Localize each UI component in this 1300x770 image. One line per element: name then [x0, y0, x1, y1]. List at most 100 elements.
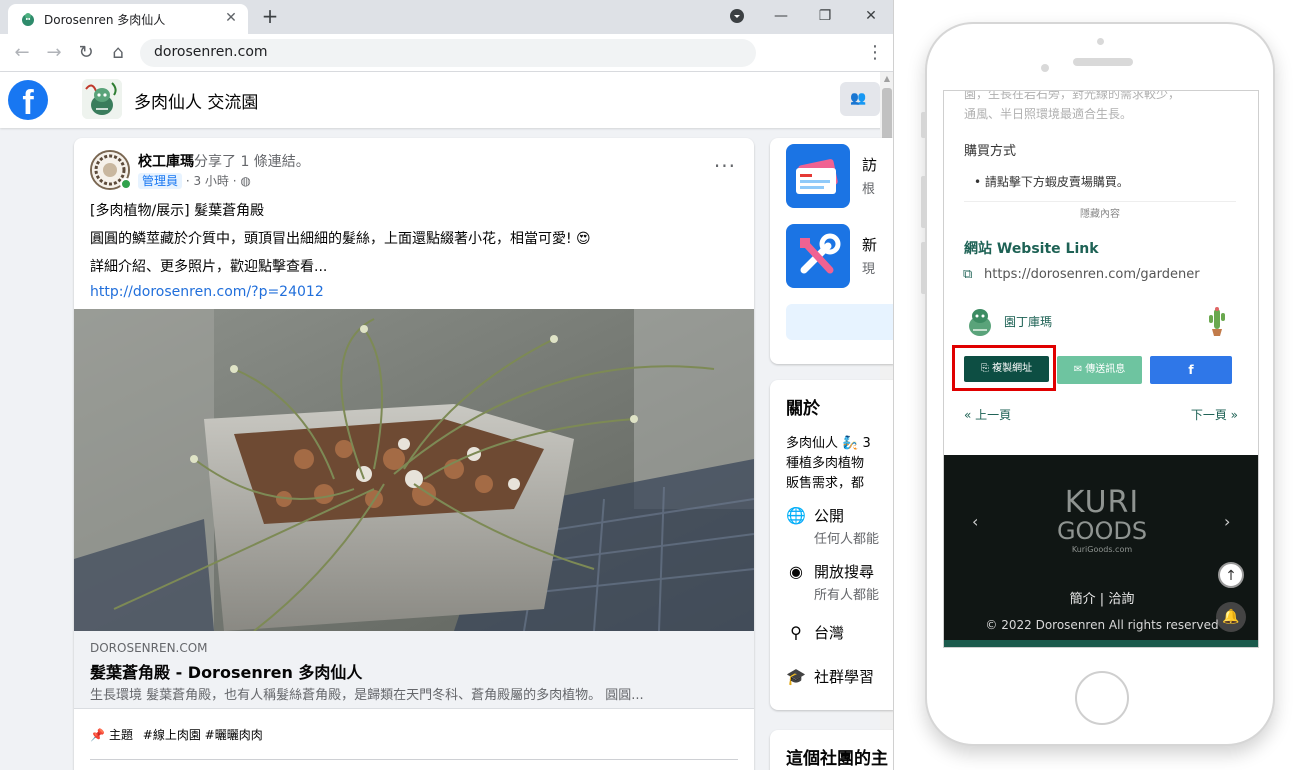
- globe-icon: 🌐: [786, 506, 806, 525]
- about-text-line1: 多肉仙人 🧞 3: [786, 436, 871, 451]
- previous-page-link[interactable]: « 上一頁: [964, 406, 1011, 423]
- phone-mockup: 園，生長在岩石旁，對光線的需求較少， 通風、半日照環境最適合生長。 購買方式 •…: [921, 22, 1275, 746]
- tools-icon[interactable]: [786, 224, 850, 288]
- post-link[interactable]: http://dorosenren.com/?p=24012: [90, 284, 324, 300]
- about-title: 關於: [786, 399, 820, 419]
- post-header: 校工庫瑪分享了 1 條連結。: [138, 151, 310, 171]
- post-text-line1: [多肉植物/展示] 髮葉蒼角殿: [90, 203, 265, 219]
- graduation-cap-icon: 🎓: [786, 667, 806, 686]
- new-tab-button[interactable]: +: [258, 5, 282, 29]
- post-topics: 📌 主題 #線上肉園 #曬曬肉肉: [90, 726, 263, 743]
- buy-method-heading: 購買方式: [964, 144, 1017, 159]
- post-action-text: 分享了 1 條連結。: [194, 154, 310, 170]
- next-page-link[interactable]: 下一頁 »: [1191, 406, 1238, 423]
- shortcut-action-button[interactable]: [786, 304, 893, 340]
- minimize-button[interactable]: —: [770, 6, 792, 26]
- forward-button[interactable]: →: [42, 41, 66, 65]
- phone-screen: 園，生長在岩石旁，對光線的需求較少， 通風、半日照環境最適合生長。 購買方式 •…: [943, 90, 1259, 648]
- browser-toolbar: ← → ↻ ⌂ dorosenren.com ⋮: [0, 34, 893, 72]
- privacy-public-subtitle: 任何人都能: [814, 532, 880, 547]
- buy-method-item: • 請點擊下方蝦皮賣場購買。: [974, 175, 1129, 189]
- send-message-label: 傳送訊息: [1085, 364, 1126, 375]
- phone-side-button-top: [921, 112, 926, 138]
- post-more-button[interactable]: ···: [714, 156, 736, 176]
- maximize-button[interactable]: ❐: [814, 6, 836, 26]
- post-time[interactable]: · 3 小時 ·: [186, 174, 237, 188]
- gardener-avatar[interactable]: [963, 304, 997, 338]
- location-pin-icon: ⚲: [790, 623, 802, 642]
- phone-volume-down-button: [921, 242, 926, 294]
- topic-tags[interactable]: #線上肉園 #曬曬肉肉: [143, 728, 263, 742]
- close-window-button[interactable]: ✕: [860, 6, 882, 26]
- website-url[interactable]: https://dorosenren.com/gardener: [984, 267, 1200, 282]
- preview-title: 髮葉蒼角殿 - Dorosenren 多肉仙人: [90, 663, 363, 682]
- shortcut1-title[interactable]: 訪: [862, 154, 877, 175]
- scroll-up-arrow-icon[interactable]: ▲: [880, 72, 893, 86]
- location-text: 台灣: [814, 624, 845, 642]
- gardener-name[interactable]: 園丁庫瑪: [1004, 313, 1052, 330]
- group-name[interactable]: 多肉仙人 交流園: [134, 88, 258, 113]
- scroll-to-top-button[interactable]: ↑: [1218, 562, 1244, 588]
- send-message-button[interactable]: ✉ 傳送訊息: [1057, 356, 1142, 384]
- kurigoods-logo[interactable]: KURI GOODS KuriGoods.com: [1054, 488, 1150, 556]
- browser-window: Dorosenren 多肉仙人 ✕ + — ❐ ✕ ← → ↻ ⌂ dorose…: [0, 0, 894, 770]
- about-text-line3: 販售需求，都: [786, 476, 865, 491]
- privacy-public-title: 公開: [814, 507, 845, 525]
- topics-label: 主題: [108, 728, 133, 742]
- reload-button[interactable]: ↻: [74, 41, 98, 65]
- feed-post: 校工庫瑪分享了 1 條連結。 管理員 · 3 小時 · ◍ ··· [多肉植物/…: [74, 138, 754, 770]
- site-footer: ‹ › KURI GOODS KuriGoods.com ↑ 簡介 | 洽詢 🔔…: [944, 455, 1258, 647]
- phone-home-button: [1075, 671, 1129, 725]
- visibility-subtitle: 所有人都能: [814, 588, 880, 603]
- cactus-icon: [1209, 307, 1225, 336]
- facebook-header: f 多肉仙人 交流園 👥: [0, 72, 893, 128]
- group-rules-card: 這個社團的主: [770, 730, 893, 770]
- site-favicon-icon: [22, 13, 34, 26]
- phone-sensor-dot: [1097, 38, 1104, 45]
- visibility-title: 開放搜尋: [814, 563, 875, 581]
- back-button[interactable]: ←: [10, 41, 34, 65]
- post-text-line3: 詳細介紹、更多照片，歡迎點擊查看...: [90, 259, 328, 275]
- browser-menu-button[interactable]: ⋮: [866, 41, 884, 65]
- phone-speaker: [1073, 58, 1133, 66]
- facebook-logo-icon[interactable]: f: [8, 80, 48, 120]
- footer-copyright: © 2022 Dorosenren All rights reserved: [985, 618, 1219, 632]
- group-avatar[interactable]: [82, 79, 122, 119]
- shortcut2-subtitle: 現: [862, 262, 876, 277]
- mail-icon: ✉: [1073, 364, 1086, 375]
- hidden-content-toggle[interactable]: 隱藏內容: [964, 201, 1236, 220]
- visit-site-icon[interactable]: [786, 144, 850, 208]
- preview-domain: DOROSENREN.COM: [90, 641, 208, 655]
- post-photo[interactable]: [74, 309, 754, 631]
- phone-camera-icon: [1041, 64, 1049, 72]
- online-status-dot: [120, 178, 132, 190]
- group-members-button[interactable]: 👥: [840, 82, 880, 116]
- about-card: 關於 多肉仙人 🧞 3 種植多肉植物 販售需求，都 🌐 公開 任何人都能 ◉ 開…: [770, 380, 893, 710]
- footer-links[interactable]: 簡介 | 洽詢: [944, 588, 1258, 607]
- facebook-icon: f: [1188, 363, 1194, 377]
- pin-icon: 📌: [90, 728, 105, 742]
- external-link-icon: ⧉: [963, 267, 973, 282]
- facebook-share-button[interactable]: f: [1150, 356, 1232, 384]
- about-text-line2: 種植多肉植物: [786, 456, 865, 471]
- people-icon: 👥: [850, 91, 867, 106]
- profile-menu-icon[interactable]: [726, 6, 748, 26]
- carousel-prev-arrow-icon[interactable]: ‹: [972, 512, 978, 531]
- carousel-next-arrow-icon[interactable]: ›: [1224, 512, 1230, 531]
- home-button[interactable]: ⌂: [106, 41, 130, 65]
- link-preview[interactable]: DOROSENREN.COM 髮葉蒼角殿 - Dorosenren 多肉仙人 生…: [74, 631, 754, 709]
- description-faded-line1: 園，生長在岩石旁，對光線的需求較少，: [964, 90, 1181, 101]
- tab-title: Dorosenren 多肉仙人: [44, 13, 166, 27]
- post-meta: 管理員 · 3 小時 · ◍: [138, 172, 251, 189]
- tab-dorosenren[interactable]: Dorosenren 多肉仙人 ✕: [8, 4, 248, 34]
- address-bar[interactable]: dorosenren.com: [140, 39, 756, 67]
- website-link-heading: 網站 Website Link: [964, 241, 1099, 257]
- tab-close-icon[interactable]: ✕: [222, 9, 240, 27]
- address-bar-url: dorosenren.com: [154, 44, 268, 60]
- learning-text: 社群學習: [814, 668, 875, 686]
- footer-accent-bar: [944, 640, 1258, 647]
- preview-description: 生長環境 髮葉蒼角殿，也有人稱髮絲蒼角殿，是歸類在天門冬科、蒼角殿屬的多肉植物。…: [90, 688, 644, 703]
- shortcut1-subtitle: 根: [862, 182, 876, 197]
- author-name[interactable]: 校工庫瑪: [138, 154, 194, 170]
- shortcut2-title[interactable]: 新: [862, 234, 877, 255]
